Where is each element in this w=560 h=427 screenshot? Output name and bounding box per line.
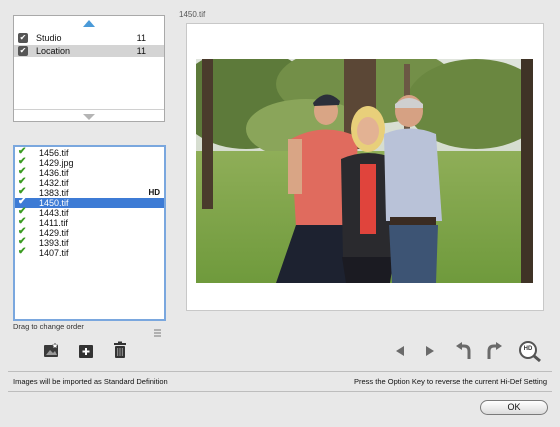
file-row[interactable]: ✔ 1429.tif (15, 227, 164, 239)
file-row[interactable]: ✔ 1456.tif (15, 147, 164, 159)
file-name: 1411.tif (39, 218, 68, 228)
status-message: Images will be imported as Standard Defi… (13, 377, 168, 386)
file-row[interactable]: ✔ 1411.tif (15, 217, 164, 229)
file-row[interactable]: ✔ 1450.tif (15, 197, 164, 208)
file-name: 1429.tif (39, 228, 69, 238)
trash-icon[interactable] (111, 341, 129, 359)
rotate-left-icon[interactable] (454, 341, 474, 361)
rotate-right-icon[interactable] (484, 341, 504, 361)
source-count: 11 (136, 33, 146, 43)
source-label: Location (36, 46, 71, 56)
file-name: 1429.jpg (39, 158, 74, 168)
file-name: 1450.tif (39, 198, 69, 208)
divider (8, 371, 552, 372)
file-list[interactable]: ✔ 1456.tif ✔ 1429.jpg ✔ 1436.tif ✔ 1432.tif ✔ 138… (13, 145, 166, 321)
file-row[interactable]: ✔ 1393.tif (15, 237, 164, 249)
scroll-down-icon[interactable] (83, 114, 95, 120)
checkbox-icon[interactable]: ✔ (18, 46, 28, 56)
source-label: Studio (36, 33, 62, 43)
source-list[interactable]: ✔ Studio 11 ✔ Location 11 (13, 15, 165, 122)
hd-badge: HD (148, 188, 160, 197)
source-count: 11 (136, 46, 146, 56)
drag-hint: Drag to change order (13, 322, 84, 331)
preview-filename: 1450.tif (179, 10, 206, 19)
previous-arrow-icon[interactable] (393, 344, 407, 358)
file-row[interactable]: ✔ 1429.jpg (15, 157, 164, 169)
option-key-hint: Press the Option Key to reverse the curr… (353, 377, 547, 386)
ok-button[interactable]: OK (480, 400, 548, 415)
file-row[interactable]: ✔ 1383.tif HD (15, 187, 164, 199)
file-name: 1432.tif (39, 178, 69, 188)
checkbox-icon[interactable]: ✔ (18, 33, 28, 43)
file-row[interactable]: ✔ 1436.tif (15, 167, 164, 179)
zoom-hd-label: HD (523, 346, 533, 352)
scroll-up-icon[interactable] (83, 20, 95, 27)
file-row[interactable]: ✔ 1407.tif (15, 247, 164, 259)
file-row[interactable]: ✔ 1443.tif (15, 207, 164, 219)
image-preview (186, 23, 544, 311)
file-name: 1443.tif (39, 208, 69, 218)
divider (14, 109, 164, 110)
file-name: 1456.tif (39, 148, 69, 158)
file-row[interactable]: ✔ 1432.tif (15, 177, 164, 189)
checkmark-icon[interactable]: ✔ (18, 247, 26, 257)
file-name: 1393.tif (39, 238, 69, 248)
resize-grip-icon[interactable] (153, 327, 162, 339)
file-name: 1407.tif (39, 248, 69, 258)
source-row-location[interactable]: ✔ Location 11 (14, 45, 164, 57)
file-name: 1436.tif (39, 168, 69, 178)
new-item-icon[interactable] (77, 342, 95, 360)
add-image-icon[interactable] (42, 342, 60, 360)
source-row-studio[interactable]: ✔ Studio 11 (14, 32, 164, 44)
photo-image (196, 59, 533, 283)
divider (8, 391, 552, 392)
file-name: 1383.tif (39, 188, 69, 198)
zoom-hd-button[interactable]: HD (518, 340, 542, 362)
next-arrow-icon[interactable] (423, 344, 437, 358)
